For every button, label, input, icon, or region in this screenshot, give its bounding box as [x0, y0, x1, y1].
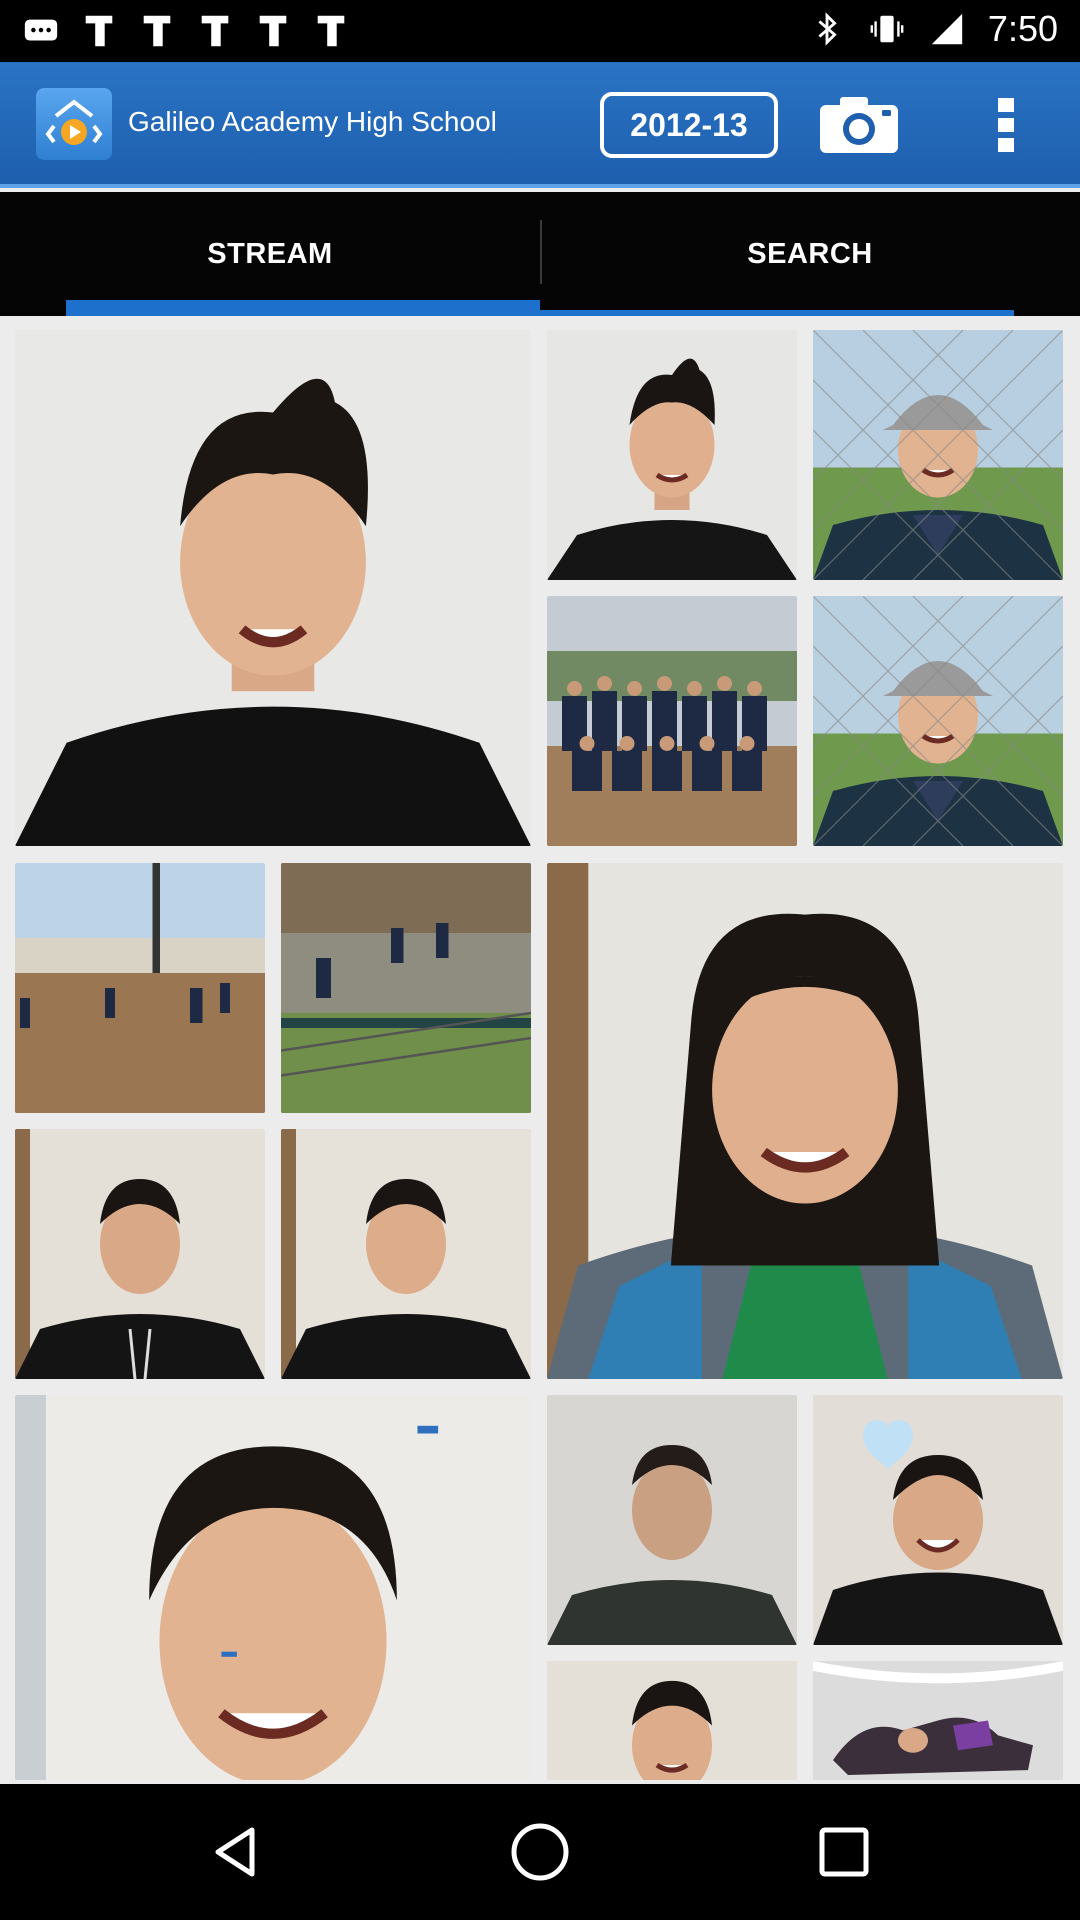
notification-icon	[317, 15, 345, 47]
status-bar: 7:50	[0, 0, 1080, 62]
bluetooth-icon	[818, 12, 837, 46]
tab-indicator	[66, 300, 540, 316]
photo-tile[interactable]	[15, 1395, 531, 1780]
photo-tile[interactable]	[547, 596, 797, 846]
tab-bar: STREAM SEARCH	[0, 192, 1080, 316]
vibrate-icon	[870, 15, 904, 43]
tab-search[interactable]: SEARCH	[540, 192, 1080, 316]
status-system: 7:50	[808, 8, 1058, 50]
notification-icon	[201, 15, 229, 47]
photo-tile[interactable]	[547, 330, 797, 580]
photo-tile[interactable]	[15, 863, 265, 1113]
back-icon	[215, 1827, 255, 1877]
notification-icon	[85, 15, 113, 47]
photo-tile[interactable]	[547, 1395, 797, 1645]
overflow-menu-button[interactable]	[990, 92, 1022, 158]
photo-tile[interactable]	[547, 1661, 797, 1780]
message-icon	[24, 19, 58, 41]
recents-icon	[819, 1827, 869, 1877]
photo-tile[interactable]	[813, 330, 1063, 580]
home-play-icon	[45, 99, 103, 145]
navigation-bar	[0, 1784, 1080, 1920]
back-button[interactable]	[196, 1812, 276, 1892]
photo-tile[interactable]	[15, 330, 531, 846]
photo-grid	[0, 320, 1080, 1782]
school-title: Galileo Academy High School	[128, 106, 497, 137]
status-time: 7:50	[987, 8, 1058, 49]
app-logo[interactable]	[36, 88, 112, 160]
more-vert-icon	[998, 98, 1014, 152]
status-notifications	[22, 12, 350, 50]
home-icon	[511, 1823, 569, 1881]
recents-button[interactable]	[804, 1812, 884, 1892]
year-selector-button[interactable]: 2012-13	[600, 92, 778, 158]
home-button[interactable]	[500, 1812, 580, 1892]
notification-icon	[143, 15, 171, 47]
photo-tile[interactable]	[281, 863, 531, 1113]
photo-tile[interactable]	[813, 1661, 1063, 1780]
photo-tile[interactable]	[813, 1395, 1063, 1645]
notification-icon	[259, 15, 287, 47]
photo-tile[interactable]	[281, 1129, 531, 1379]
photo-tile[interactable]	[813, 596, 1063, 846]
photo-tile[interactable]	[15, 1129, 265, 1379]
photo-tile[interactable]	[547, 863, 1063, 1379]
camera-icon	[820, 97, 898, 153]
camera-button[interactable]	[818, 90, 900, 160]
tab-stream[interactable]: STREAM	[0, 192, 540, 316]
tab-underline	[540, 310, 1014, 316]
action-bar: Galileo Academy High School 2012-13	[0, 62, 1080, 188]
signal-icon	[931, 13, 963, 45]
